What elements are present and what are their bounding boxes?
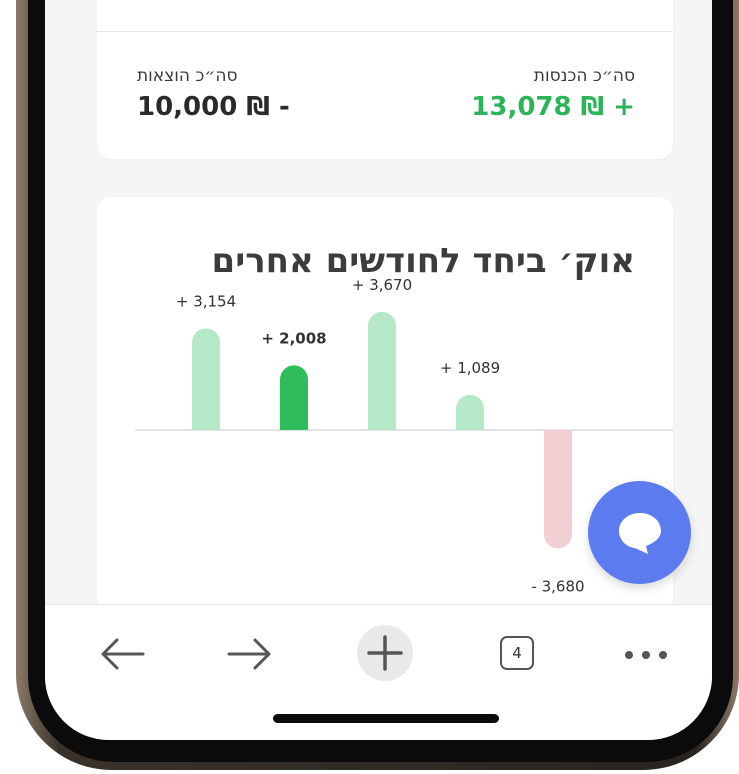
screen: סה״כ הכנסות 13,078 ₪ + סה״כ הוצאות 10,00… (45, 0, 712, 740)
home-indicator (273, 714, 499, 723)
chart-data-label: - 3,680 (531, 577, 584, 595)
arrow-right-icon[interactable] (225, 629, 275, 679)
more-dots-icon[interactable] (623, 645, 669, 661)
chart-bar[interactable] (456, 394, 484, 430)
total-expense: סה״כ הוצאות 10,000 ₪ - (137, 66, 290, 122)
total-expense-label: סה״כ הוצאות (137, 66, 238, 86)
chart-data-label: + 2,008 (261, 329, 326, 347)
tab-count-button[interactable]: 4 (500, 636, 534, 670)
arrow-left-icon[interactable] (97, 629, 147, 679)
divider (97, 31, 673, 32)
chart-bar[interactable] (368, 311, 396, 430)
monthly-comparison-card: אוק׳ ביחד לחודשים אחרים + 3,154 + 2,008 + … (97, 197, 673, 617)
chart-data-label: + 3,670 (352, 276, 412, 294)
total-income-value: 13,078 ₪ + (471, 92, 635, 122)
totals-card: סה״כ הכנסות 13,078 ₪ + סה״כ הוצאות 10,00… (97, 0, 673, 159)
new-tab-button[interactable] (357, 625, 413, 681)
total-income-label: סה״כ הכנסות (533, 66, 635, 86)
total-income: סה״כ הכנסות 13,078 ₪ + (471, 66, 635, 122)
chart-bar[interactable] (544, 430, 572, 549)
phone-device: סה״כ הכנסות 13,078 ₪ + סה״כ הוצאות 10,00… (0, 0, 739, 770)
total-expense-value: 10,000 ₪ - (137, 92, 290, 122)
chart-bar[interactable] (192, 328, 220, 430)
chart-data-label: + 3,154 (176, 292, 236, 310)
chat-bubble-icon (618, 512, 661, 554)
monthly-bar-chart: + 3,154 + 2,008 + 3,670 + 1,089 - 3,680 (135, 276, 673, 595)
chart-data-label: + 1,089 (440, 359, 500, 377)
plus-icon (367, 635, 403, 671)
chat-button[interactable] (588, 481, 691, 584)
chart-bar[interactable] (280, 365, 308, 430)
